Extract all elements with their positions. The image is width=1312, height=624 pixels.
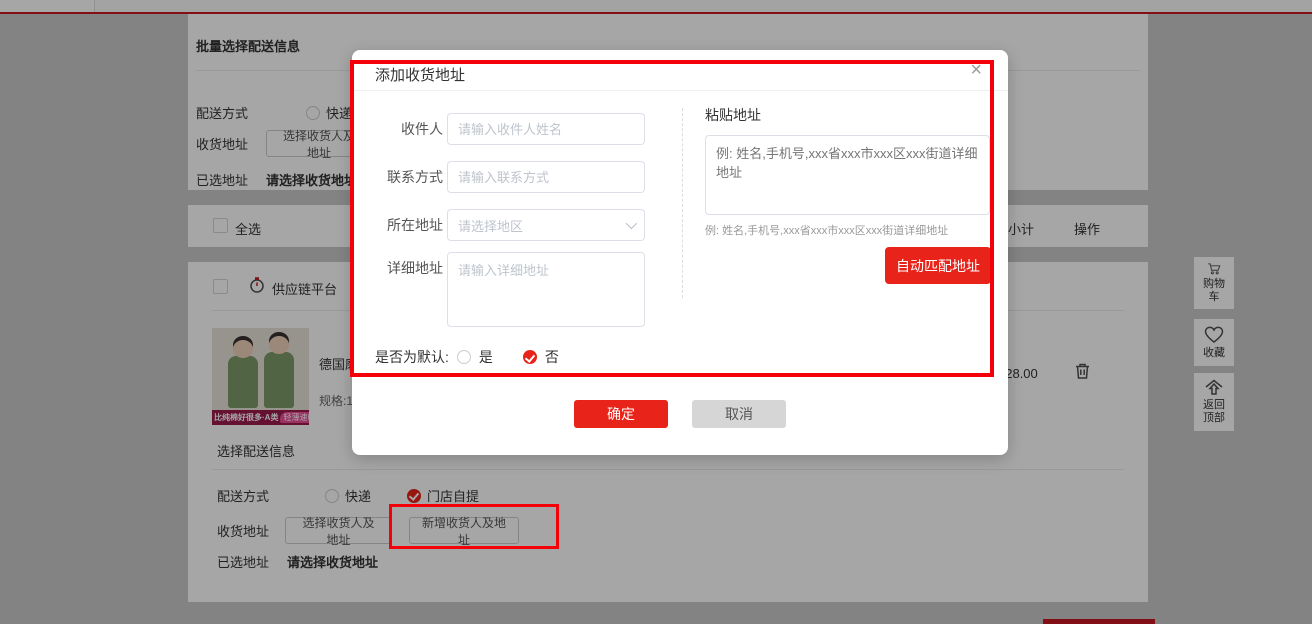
modal-title: 添加收货地址 xyxy=(375,64,465,85)
detail-address-textarea[interactable] xyxy=(447,252,645,327)
close-icon[interactable]: × xyxy=(970,60,982,80)
paste-address-label: 粘贴地址 xyxy=(705,105,761,125)
contact-label: 联系方式 xyxy=(355,161,443,193)
divider xyxy=(682,108,683,298)
contact-input[interactable] xyxy=(447,161,645,193)
confirm-button[interactable]: 确定 xyxy=(574,400,668,428)
default-no-radio[interactable] xyxy=(523,350,537,364)
region-select[interactable]: 请选择地区 xyxy=(447,209,645,241)
add-address-modal: 添加收货地址 × 收件人 联系方式 所在地址 请选择地区 详细地址 粘贴地址 例… xyxy=(352,50,1008,455)
detail-label: 详细地址 xyxy=(355,252,443,284)
default-label: 是否为默认: xyxy=(375,347,449,367)
recipient-input[interactable] xyxy=(447,113,645,145)
divider xyxy=(352,90,1008,91)
region-label: 所在地址 xyxy=(355,209,443,241)
default-yes-radio[interactable] xyxy=(457,350,471,364)
default-address-row: 是否为默认: 是 否 xyxy=(375,347,559,367)
default-yes-label[interactable]: 是 xyxy=(479,347,493,367)
modal-footer: 确定 取消 xyxy=(352,400,1008,428)
auto-match-button[interactable]: 自动匹配地址 xyxy=(885,247,991,284)
recipient-label: 收件人 xyxy=(355,113,443,145)
cancel-button[interactable]: 取消 xyxy=(692,400,786,428)
region-select-placeholder: 请选择地区 xyxy=(458,216,523,235)
default-no-label[interactable]: 否 xyxy=(545,347,559,367)
paste-address-hint: 例: 姓名,手机号,xxx省xxx市xxx区xxx街道详细地址 xyxy=(705,222,948,238)
chevron-down-icon xyxy=(626,218,637,229)
paste-address-textarea[interactable] xyxy=(705,135,990,215)
